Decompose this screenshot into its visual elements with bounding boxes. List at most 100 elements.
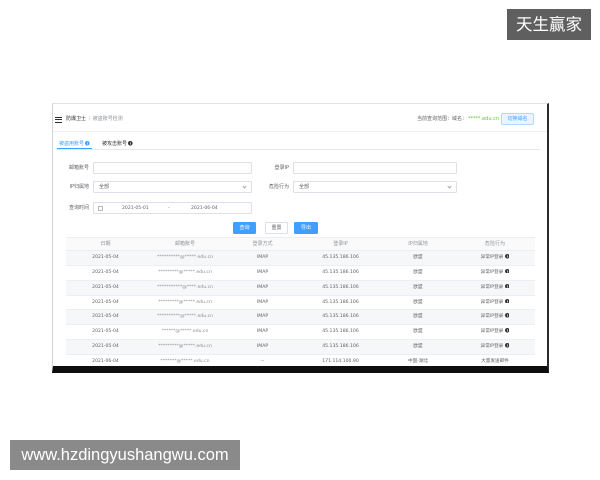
cell-behavior: 异常IP登录: [455, 251, 535, 265]
calendar-icon: [97, 206, 103, 211]
cell-ip-region: 欧盟: [413, 255, 423, 260]
cell-login-method: IMAP: [256, 329, 269, 335]
cell-date: 2021-05-04: [92, 329, 119, 335]
cell-ip-region: 欧盟: [413, 329, 423, 335]
column-header-login-method: 登录方式: [252, 241, 273, 247]
table-header: 日期 邮箱账号 登录方式 登录IP IP归属地 危险行为: [66, 237, 535, 251]
cell-date: 2021-06-04: [92, 358, 119, 364]
behavior-label: 危险行为: [268, 184, 289, 190]
tab-attacked-accounts[interactable]: 被攻击账号: [102, 141, 133, 147]
tab-stolen-accounts[interactable]: 被盗用账号: [59, 141, 90, 147]
search-button[interactable]: 查询: [233, 222, 256, 234]
info-icon[interactable]: [504, 343, 510, 348]
results-table: 日期 邮箱账号 登录方式 登录IP IP归属地 危险行为 2021-05-04 …: [66, 237, 535, 366]
behavior-text: 异常IP登录: [480, 255, 504, 260]
behavior-value: 全部: [299, 184, 310, 190]
cell-ip-region: 欧盟: [413, 299, 423, 305]
column-header-behavior: 危险行为: [484, 241, 505, 247]
cell-date: 2021-05-04: [92, 255, 119, 260]
cell-behavior: 异常IP登录: [455, 310, 535, 324]
cell-login-method: IMAP: [256, 299, 269, 305]
time-range-label: 查询时间: [68, 205, 89, 211]
column-header-date: 日期: [100, 241, 111, 247]
breadcrumb-root[interactable]: 防爆卫士: [66, 116, 86, 122]
cell-email: ***********@****.edu.cn: [156, 284, 214, 290]
behavior-text: 异常IP登录: [480, 344, 504, 350]
login-ip-input[interactable]: [293, 162, 457, 174]
page: 天生赢家 www.hzdingyushangwu.com 防爆卫士 / 被盗账号检测…: [0, 0, 600, 480]
table-row: 2021-05-04 **********@*****.edu.cn IMAP …: [66, 251, 535, 266]
cell-login-ip: 45.135.186.106: [322, 329, 359, 335]
cell-ip-region: 欧盟: [413, 269, 423, 275]
tab-bar-line: [57, 149, 540, 150]
info-icon[interactable]: [504, 254, 510, 259]
menu-icon[interactable]: [55, 116, 62, 123]
reset-button[interactable]: 重置: [265, 222, 288, 234]
tab-label: 被攻击账号: [102, 141, 128, 147]
cell-date: 2021-05-04: [92, 344, 119, 350]
cell-ip-region: 中国-湖北: [407, 358, 429, 364]
cell-email: **********@*****.edu.cn: [156, 314, 214, 320]
info-icon[interactable]: [504, 268, 510, 274]
cell-ip-region: 欧盟: [413, 314, 423, 320]
menu-icon-bar: [55, 121, 62, 123]
table-row: 2021-05-04 *********@*****.edu.cn IMAP 4…: [66, 265, 535, 281]
chevron-down-icon: [447, 184, 452, 189]
behavior-text: 异常IP登录: [480, 299, 504, 305]
behavior-text: 异常IP登录: [480, 269, 504, 275]
cell-email: ******@*****.edu.cn: [161, 329, 209, 335]
export-button[interactable]: 导出: [294, 222, 318, 234]
breadcrumb-separator: /: [88, 116, 91, 122]
switch-domain-button[interactable]: 切换域名: [501, 113, 534, 125]
behavior-text: 大量发送邮件: [481, 358, 509, 364]
date-range-end[interactable]: 2021-06-04: [191, 203, 218, 214]
breadcrumb-current: 被盗账号检测: [92, 116, 123, 122]
cell-date: 2021-05-04: [92, 314, 119, 320]
behavior-select[interactable]: 全部: [293, 181, 457, 193]
cell-behavior: 大量发送邮件: [455, 355, 535, 366]
date-range-start[interactable]: 2021-05-01: [122, 203, 149, 214]
cell-behavior: 异常IP登录: [455, 281, 535, 295]
cell-login-method: IMAP: [256, 284, 269, 290]
cell-login-ip: 45.135.186.106: [322, 269, 359, 275]
email-label: 邮箱账号: [68, 165, 89, 171]
info-icon[interactable]: [85, 141, 90, 146]
cell-date: 2021-05-04: [92, 269, 119, 275]
cell-login-method: IMAP: [256, 314, 269, 320]
login-ip-label: 登录IP: [274, 165, 290, 171]
info-icon[interactable]: [504, 298, 510, 304]
table-row: 2021-05-04 ***********@****.edu.cn IMAP …: [66, 280, 535, 296]
tab-label: 被盗用账号: [59, 141, 85, 147]
info-icon[interactable]: [504, 313, 510, 318]
info-icon[interactable]: [504, 283, 510, 289]
email-input[interactable]: [93, 162, 252, 174]
cell-email: **********@*****.edu.cn: [156, 255, 214, 260]
date-range-separator: -: [168, 206, 170, 211]
behavior-text: 异常IP登录: [480, 314, 504, 320]
ip-region-select[interactable]: 全部: [93, 181, 252, 193]
active-tab-indicator: [57, 148, 92, 150]
cell-behavior: 异常IP登录: [455, 340, 535, 354]
info-icon[interactable]: [128, 141, 133, 146]
cell-login-ip: 45.135.186.106: [322, 344, 359, 350]
column-header-login-ip: 登录IP: [333, 241, 348, 247]
cell-login-ip: 45.135.186.106: [322, 299, 359, 305]
ip-region-label: IP归属地: [69, 184, 90, 190]
table-row: 2021-05-04 *********@*****.edu.cn IMAP 4…: [66, 340, 535, 355]
table-row: 2021-05-04 ******@*****.edu.cn IMAP 45.1…: [66, 325, 535, 341]
ip-region-value: 全部: [99, 184, 110, 190]
menu-icon-bar: [55, 116, 62, 118]
cell-ip-region: 欧盟: [413, 344, 423, 350]
cell-login-method: --: [260, 358, 265, 364]
date-range-picker[interactable]: 2021-05-01 - 2021-06-04: [93, 202, 252, 214]
app-screenshot: 防爆卫士 / 被盗账号检测 当前查询范围：域名：*****.edu.cn 切换域名 …: [52, 103, 549, 373]
header-divider: [53, 131, 547, 132]
info-icon[interactable]: [504, 328, 510, 333]
scope-label: 当前查询范围：域名：: [417, 116, 468, 122]
cell-email: *********@*****.edu.cn: [158, 269, 212, 275]
behavior-text: 异常IP登录: [480, 284, 504, 290]
cell-login-ip: 171.114.100.90: [322, 358, 359, 364]
watermark-top-right: 天生赢家: [507, 9, 591, 40]
cell-login-method: IMAP: [256, 344, 269, 350]
table-row: 2021-05-04 *********@*****.edu.cn IMAP 4…: [66, 295, 535, 311]
